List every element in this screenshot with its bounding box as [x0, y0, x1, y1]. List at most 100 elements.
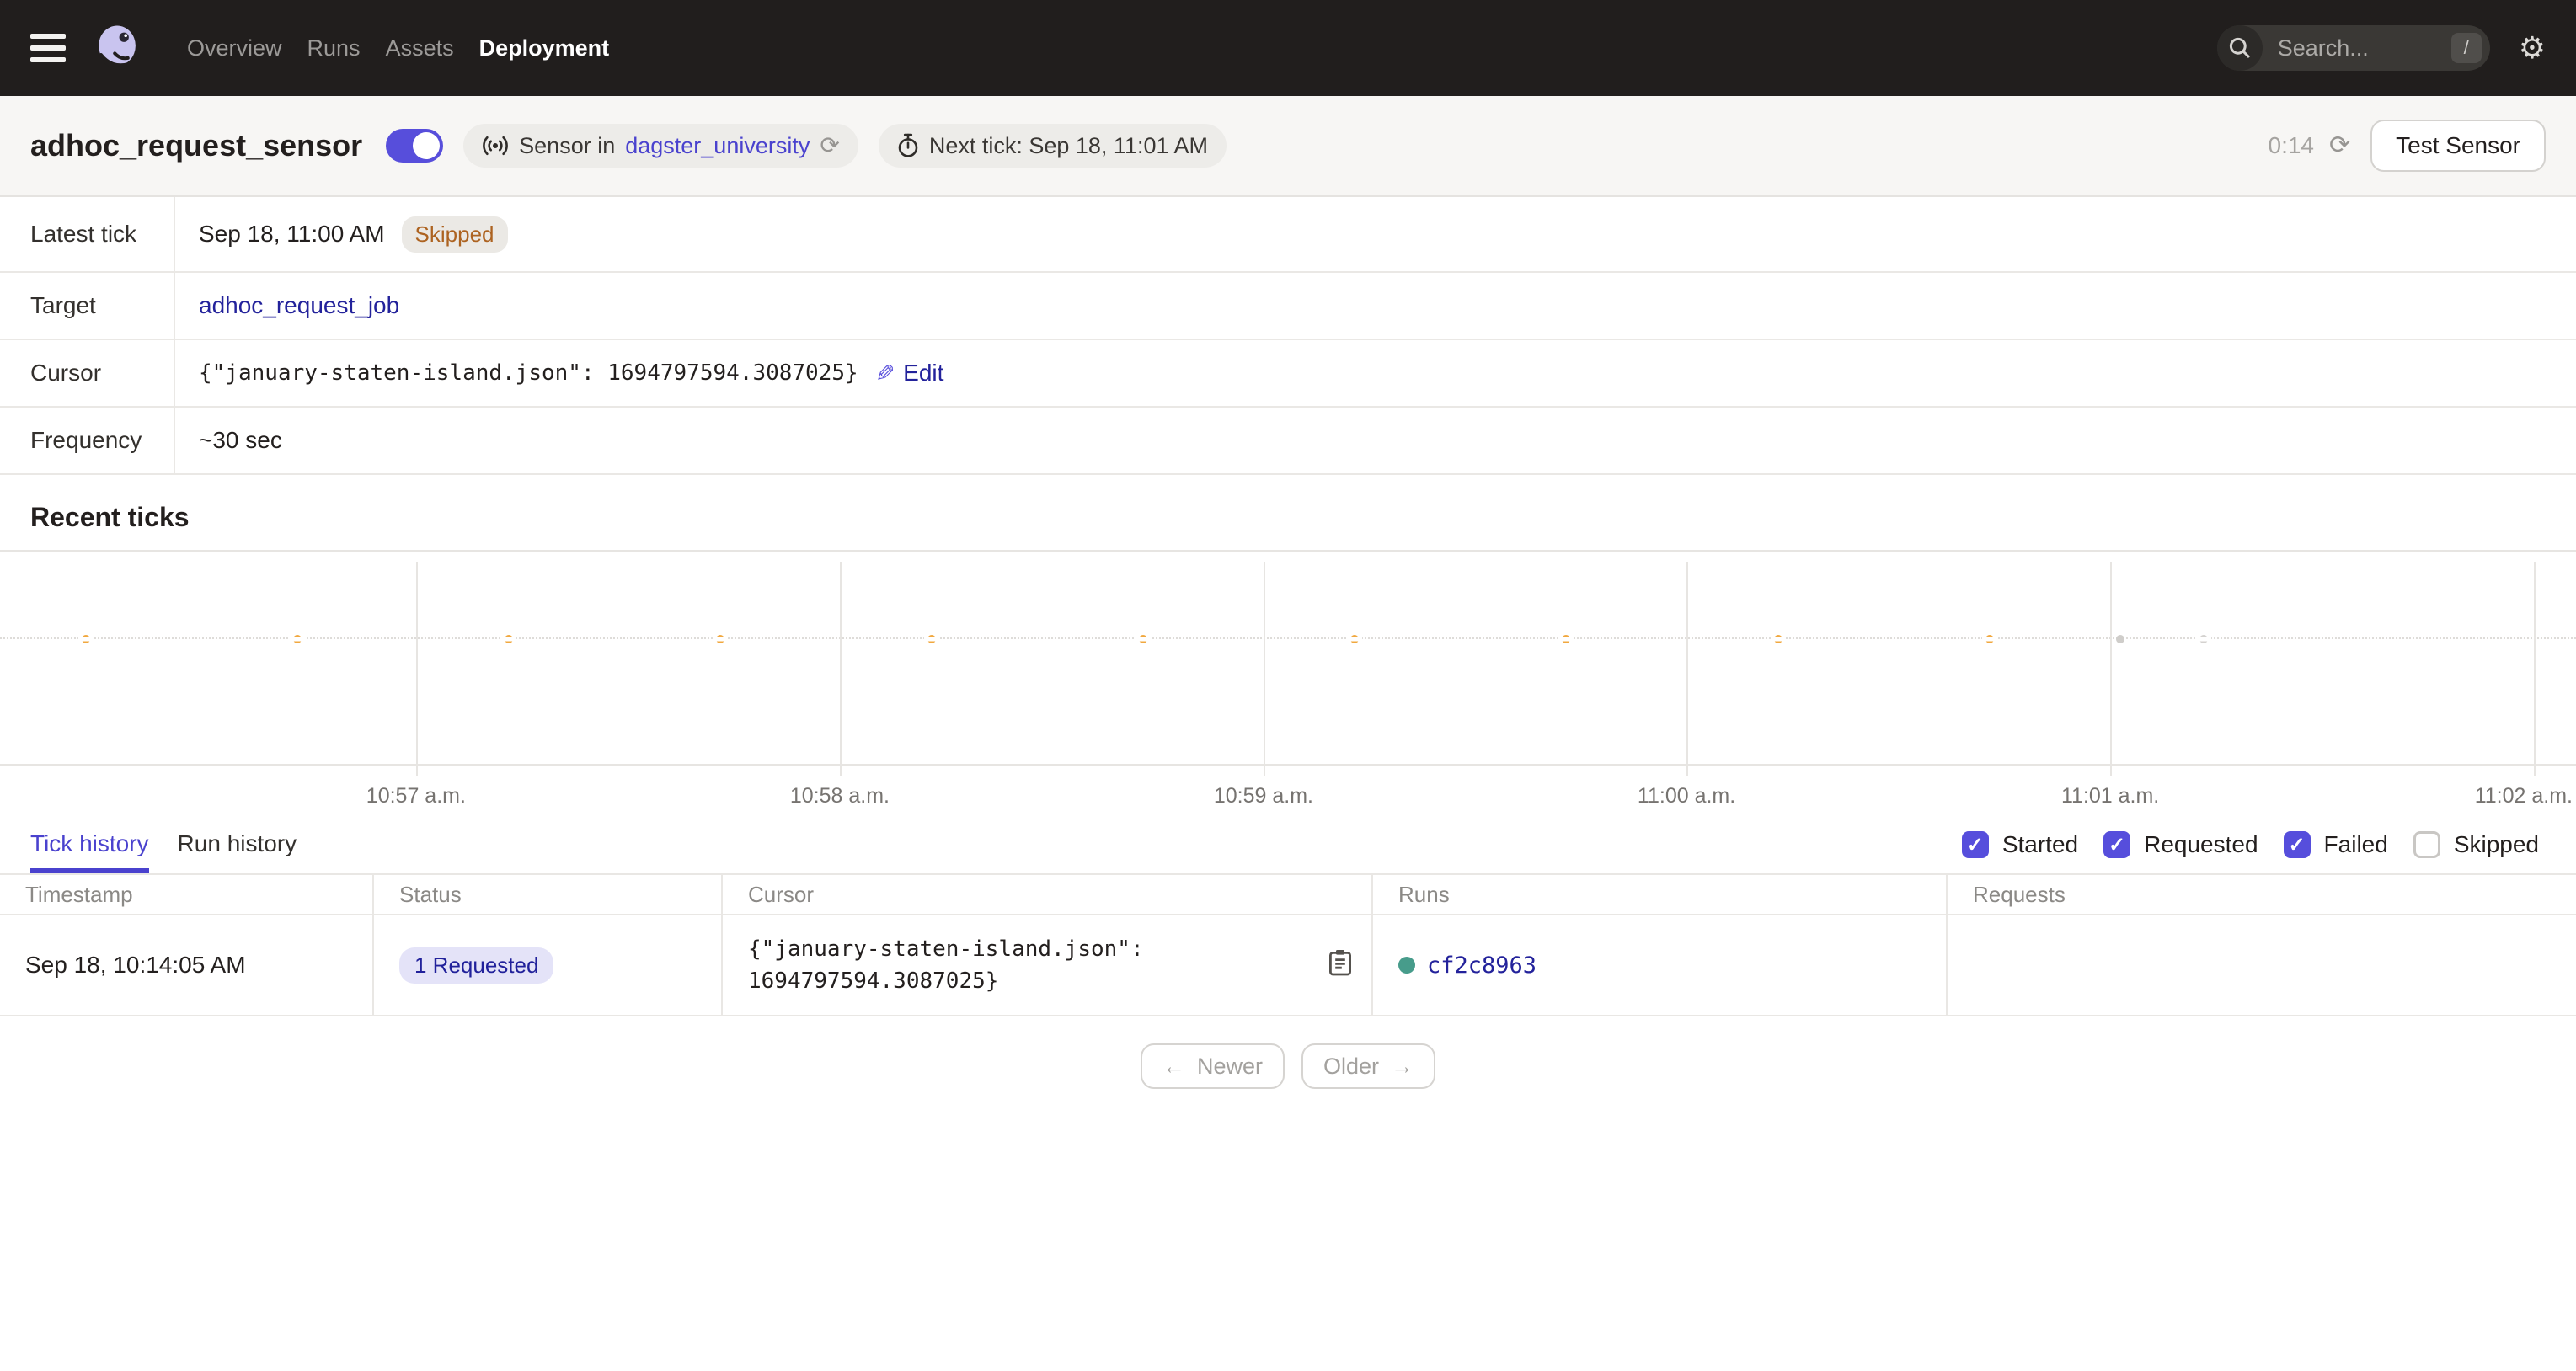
checkbox-checked-icon[interactable]: ✓	[1962, 831, 1989, 858]
tick-dot-skipped[interactable]	[1985, 635, 1994, 643]
chart-axis-label: 10:58 a.m.	[790, 784, 890, 808]
repo-link[interactable]: dagster_university	[625, 133, 810, 159]
chart-gridline	[840, 562, 842, 776]
run-id-link[interactable]: cf2c8963	[1427, 952, 1537, 979]
edit-cursor-label: Edit	[903, 360, 943, 387]
stopwatch-icon	[897, 133, 919, 158]
sensor-location-badge: Sensor in dagster_university ⟳	[463, 124, 858, 168]
checkbox-unchecked-icon[interactable]	[2413, 831, 2440, 858]
older-button[interactable]: Older →	[1301, 1043, 1435, 1089]
chart-axis-label: 11:01 a.m.	[2061, 784, 2159, 808]
chart-axis-label: 10:57 a.m.	[366, 784, 466, 808]
tick-dot-skipped[interactable]	[1139, 635, 1147, 643]
nav-link-runs[interactable]: Runs	[307, 35, 361, 61]
menu-icon[interactable]	[30, 27, 66, 69]
tick-dot-skipped[interactable]	[505, 635, 513, 643]
tick-dot-skipped[interactable]	[927, 635, 936, 643]
cursor-label: Cursor	[0, 340, 175, 406]
nav-links: Overview Runs Assets Deployment	[187, 35, 609, 61]
pencil-icon: ✎	[875, 360, 895, 387]
filter-label: Skipped	[2454, 831, 2539, 858]
latest-tick-row: Latest tick Sep 18, 11:00 AM Skipped	[0, 197, 2576, 273]
sensor-toggle[interactable]	[386, 129, 443, 163]
history-tabs-row: Tick history Run history ✓ Started ✓ Reques…	[0, 816, 2576, 873]
tick-dot-skipped[interactable]	[1774, 635, 1782, 643]
search-shortcut-badge: /	[2451, 33, 2482, 63]
cursor-cell: {"january-staten-island.json": 169479759…	[723, 915, 1373, 1015]
nav-link-overview[interactable]: Overview	[187, 35, 282, 61]
search-box[interactable]: /	[2217, 25, 2490, 71]
gear-icon[interactable]: ⚙	[2519, 33, 2546, 63]
filter-started[interactable]: ✓ Started	[1962, 831, 2078, 858]
chart-axis-label: 11:00 a.m.	[1638, 784, 1735, 808]
tab-run-history[interactable]: Run history	[178, 816, 297, 873]
tick-dot-skipped[interactable]	[293, 635, 302, 643]
chart-baseline	[0, 637, 2576, 639]
column-header-timestamp: Timestamp	[0, 875, 374, 914]
filter-label: Requested	[2144, 831, 2258, 858]
dagster-logo-icon[interactable]	[91, 22, 143, 74]
column-header-cursor: Cursor	[723, 875, 1373, 914]
filter-skipped[interactable]: Skipped	[2413, 831, 2539, 858]
cursor-row: Cursor {"january-staten-island.json": 16…	[0, 340, 2576, 408]
page-title: adhoc_request_sensor	[30, 128, 362, 163]
recent-ticks-chart: 10:57 a.m.10:58 a.m.10:59 a.m.11:00 a.m.…	[0, 550, 2576, 816]
sensor-details: Latest tick Sep 18, 11:00 AM Skipped Tar…	[0, 197, 2576, 475]
tick-dot-skipped[interactable]	[1562, 635, 1570, 643]
next-tick-badge: Next tick: Sep 18, 11:01 AM	[879, 124, 1227, 168]
filter-label: Failed	[2324, 831, 2388, 858]
tick-dot-skipped[interactable]	[82, 635, 90, 643]
tick-dot-skipped[interactable]	[1350, 635, 1359, 643]
skipped-status-badge: Skipped	[402, 216, 508, 253]
tick-dot-now[interactable]	[2116, 635, 2124, 643]
latest-tick-value: Sep 18, 11:00 AM	[199, 221, 385, 248]
chart-gridline	[2110, 562, 2112, 776]
edit-cursor-button[interactable]: ✎ Edit	[875, 360, 944, 387]
target-row: Target adhoc_request_job	[0, 273, 2576, 340]
chart-gridline	[2534, 562, 2536, 776]
column-header-status: Status	[374, 875, 723, 914]
copy-cursor-icon[interactable]	[1328, 948, 1353, 983]
page-header: adhoc_request_sensor Sensor in dagster_u…	[0, 96, 2576, 197]
cursor-value: {"january-staten-island.json": 169479759…	[199, 360, 858, 386]
recent-ticks-title: Recent ticks	[0, 475, 2576, 550]
chart-gridline	[416, 562, 418, 776]
newer-button[interactable]: ← Newer	[1141, 1043, 1285, 1089]
chart-gridline	[1264, 562, 1265, 776]
tick-history-table: TimestampStatusCursorRunsRequests Sep 18…	[0, 873, 2576, 1016]
chart-gridline	[1686, 562, 1688, 776]
right-arrow-icon: →	[1391, 1054, 1414, 1080]
chart-axis-label: 11:02 a.m.	[2475, 784, 2573, 808]
requested-status-badge: 1 Requested	[399, 947, 553, 984]
status-filters: ✓ Started ✓ Requested ✓ Failed Skipped	[1962, 816, 2546, 873]
requests-cell	[1948, 915, 2576, 1015]
nav-link-deployment[interactable]: Deployment	[479, 35, 610, 61]
checkbox-checked-icon[interactable]: ✓	[2103, 831, 2130, 858]
nav-link-assets[interactable]: Assets	[386, 35, 454, 61]
cursor-cell-line2: 1694797594.3087025}	[748, 965, 1144, 997]
tick-dot-skipped[interactable]	[716, 635, 724, 643]
column-header-runs: Runs	[1373, 875, 1948, 914]
target-label: Target	[0, 273, 175, 339]
top-nav: Overview Runs Assets Deployment / ⚙	[0, 0, 2576, 96]
search-input[interactable]	[2274, 34, 2423, 63]
filter-label: Started	[2002, 831, 2078, 858]
test-sensor-button[interactable]: Test Sensor	[2370, 120, 2546, 172]
checkbox-checked-icon[interactable]: ✓	[2284, 831, 2311, 858]
sensor-icon	[482, 136, 509, 156]
tab-tick-history[interactable]: Tick history	[30, 816, 149, 873]
column-header-requests: Requests	[1948, 875, 2576, 914]
tick-dot-pending[interactable]	[2199, 635, 2208, 643]
target-job-link[interactable]: adhoc_request_job	[199, 292, 399, 319]
refresh-countdown: 0:14	[2269, 132, 2315, 159]
left-arrow-icon: ←	[1162, 1054, 1185, 1080]
frequency-value: ~30 sec	[199, 427, 282, 454]
refresh-icon[interactable]: ⟳	[2329, 133, 2350, 158]
filter-requested[interactable]: ✓ Requested	[2103, 831, 2258, 858]
reload-repo-icon[interactable]: ⟳	[820, 134, 839, 157]
table-row: Sep 18, 10:14:05 AM 1 Requested {"januar…	[0, 914, 2576, 1016]
table-header-row: TimestampStatusCursorRunsRequests	[0, 875, 2576, 914]
filter-failed[interactable]: ✓ Failed	[2284, 831, 2388, 858]
next-tick-label: Next tick: Sep 18, 11:01 AM	[929, 133, 1208, 159]
cursor-cell-line1: {"january-staten-island.json":	[748, 933, 1144, 965]
